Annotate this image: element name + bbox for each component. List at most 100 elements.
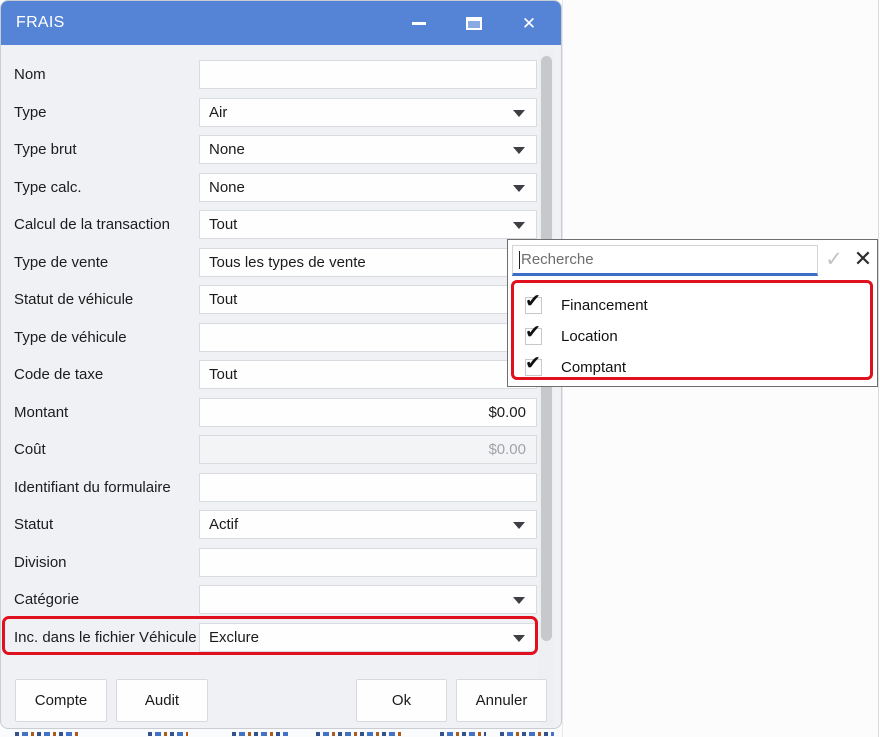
dropdown-categorie[interactable] — [199, 585, 537, 614]
window-fragment — [440, 732, 486, 736]
field-label-type: Type — [14, 103, 47, 121]
check-icon: ✔ — [525, 322, 541, 343]
field-label-division: Division — [14, 553, 67, 571]
option-label: Comptant — [561, 359, 627, 376]
check-icon: ✔ — [525, 353, 541, 374]
chevron-down-icon — [513, 522, 525, 529]
dropdown-type[interactable]: Air — [199, 97, 537, 127]
input-nom[interactable] — [199, 60, 537, 89]
frais-dialog: FRAIS ✕ Nom Type Air Type brut None Type calc… — [0, 0, 562, 729]
form-row-cout: Coût $0.00 — [1, 435, 538, 464]
form-row-nom: Nom — [1, 60, 538, 89]
ok-button[interactable]: Ok — [356, 679, 447, 722]
popup-close-icon[interactable]: ✕ — [849, 244, 877, 274]
dropdown-inc-dans-le-fichier-vehicule[interactable]: Exclure — [199, 622, 537, 652]
field-label-type-brut: Type brut — [14, 141, 77, 158]
form-row-identifiant-du-formulaire: Identifiant du formulaire — [1, 472, 538, 502]
dropdown-calcul-de-la-transaction[interactable]: Tout — [199, 210, 537, 239]
dropdown-code-de-taxe[interactable]: Tout — [199, 360, 537, 389]
close-icon: ✕ — [521, 13, 537, 33]
scrollbar[interactable] — [539, 49, 554, 726]
option-location[interactable]: ✔ Location — [514, 321, 870, 352]
form-row-statut-de-vehicule: Statut de véhicule Tout — [1, 285, 538, 314]
chevron-down-icon — [513, 109, 525, 117]
window-fragment — [316, 732, 404, 736]
chevron-down-icon — [513, 634, 525, 642]
field-label-type-calc: Type calc. — [14, 178, 82, 196]
dropdown-statut-de-vehicule[interactable]: Tout — [199, 285, 537, 314]
search-input[interactable] — [513, 246, 817, 273]
chevron-down-icon — [513, 184, 525, 192]
search-box — [512, 245, 818, 276]
input-division[interactable] — [199, 547, 537, 577]
dropdown-type-calc[interactable]: None — [199, 172, 537, 202]
input-cout[interactable]: $0.00 — [199, 435, 537, 464]
form-row-type-de-vente: Type de vente Tous les types de vente — [1, 247, 538, 277]
chevron-down-icon — [513, 147, 525, 154]
field-value: Tout — [209, 291, 238, 308]
field-label-categorie: Catégorie — [14, 591, 80, 608]
form-row-type-brut: Type brut None — [1, 135, 538, 164]
form-row-montant: Montant $0.00 — [1, 397, 538, 427]
dropdown-type-de-vente[interactable]: Tous les types de vente — [199, 247, 537, 277]
field-value: Tout — [209, 216, 238, 233]
chevron-down-icon — [513, 597, 525, 604]
window-title: FRAIS — [16, 14, 65, 31]
field-value: Actif — [209, 516, 239, 533]
multi-select-popup: ✓ ✕ ✔ Financement ✔ Location ✔ Comptant — [507, 239, 878, 387]
field-label-nom: Nom — [14, 66, 46, 83]
minimize-icon — [412, 21, 426, 25]
text-cursor — [519, 251, 520, 269]
checkbox-checked[interactable]: ✔ — [525, 292, 542, 314]
maximize-button[interactable] — [451, 1, 497, 45]
form-row-type-calc: Type calc. None — [1, 172, 538, 202]
field-label-montant: Montant — [14, 403, 69, 421]
input-type-de-vehicule[interactable] — [199, 322, 537, 352]
field-value: Air — [209, 103, 228, 121]
form-row-calcul-de-la-transaction: Calcul de la transaction Tout — [1, 210, 538, 239]
field-value: None — [209, 141, 245, 158]
compte-button[interactable]: Compte — [15, 679, 107, 722]
option-list-red-highlight: ✔ Financement ✔ Location ✔ Comptant — [511, 280, 873, 380]
dropdown-type-brut[interactable]: None — [199, 135, 537, 164]
field-label-statut: Statut — [14, 516, 54, 533]
option-comptant[interactable]: ✔ Comptant — [514, 352, 870, 383]
field-label-inc-dans-le-fichier-vehicule: Inc. dans le fichier Véhicule — [14, 628, 197, 646]
field-value: $0.00 — [488, 441, 526, 458]
field-value: $0.00 — [488, 403, 526, 421]
field-label-code-de-taxe: Code de taxe — [14, 366, 104, 383]
option-label: Location — [561, 328, 618, 345]
form-row-division: Division — [1, 547, 538, 577]
chevron-down-icon — [513, 222, 525, 229]
form-row-statut: Statut Actif — [1, 510, 538, 539]
field-value: Tous les types de vente — [209, 253, 366, 271]
form-row-inc-dans-le-fichier-vehicule: Inc. dans le fichier Véhicule Exclure — [1, 622, 538, 652]
input-montant[interactable]: $0.00 — [199, 397, 537, 427]
field-label-type-de-vente: Type de vente — [14, 253, 109, 271]
field-label-identifiant-du-formulaire: Identifiant du formulaire — [14, 478, 171, 496]
field-label-type-de-vehicule: Type de véhicule — [14, 328, 127, 346]
audit-button[interactable]: Audit — [116, 679, 208, 722]
field-label-cout: Coût — [14, 441, 46, 458]
annuler-button[interactable]: Annuler — [456, 679, 547, 722]
input-identifiant-du-formulaire[interactable] — [199, 472, 537, 502]
window-fragment — [500, 732, 554, 736]
form-row-categorie: Catégorie — [1, 585, 538, 614]
checkbox-checked[interactable]: ✔ — [525, 354, 542, 376]
close-button[interactable]: ✕ — [506, 1, 552, 45]
form-row-type: Type Air — [1, 97, 538, 127]
maximize-icon — [466, 16, 482, 30]
field-label-calcul-de-la-transaction: Calcul de la transaction — [14, 216, 170, 233]
checkbox-checked[interactable]: ✔ — [525, 323, 542, 345]
confirm-check-icon[interactable]: ✓ — [821, 244, 847, 274]
window-fragment — [232, 732, 288, 736]
field-value: Exclure — [209, 628, 260, 646]
window-fragment — [15, 732, 81, 736]
form-row-code-de-taxe: Code de taxe Tout — [1, 360, 538, 389]
option-financement[interactable]: ✔ Financement — [514, 290, 870, 321]
minimize-button[interactable] — [396, 1, 442, 45]
field-value: None — [209, 178, 245, 196]
field-value: Tout — [209, 366, 238, 383]
field-label-statut-de-vehicule: Statut de véhicule — [14, 291, 134, 308]
dropdown-statut[interactable]: Actif — [199, 510, 537, 539]
